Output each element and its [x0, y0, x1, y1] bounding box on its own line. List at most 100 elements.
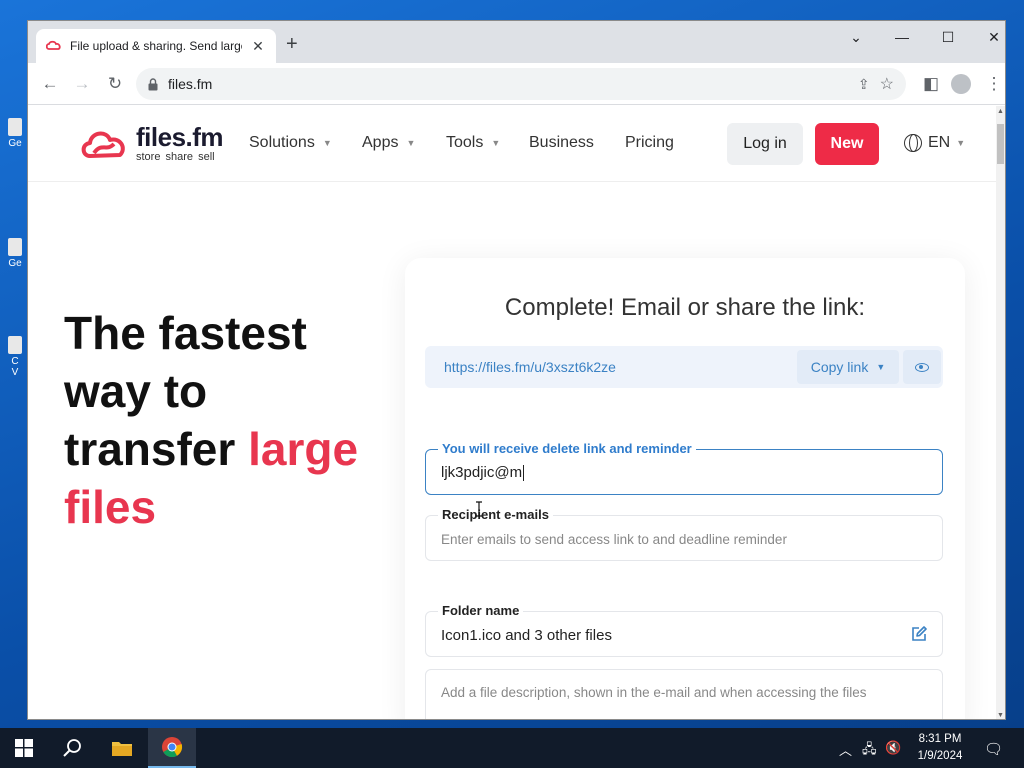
tab-close-icon[interactable]: ✕: [250, 38, 266, 55]
login-button[interactable]: Log in: [727, 123, 803, 165]
hero-line: way to: [64, 365, 208, 417]
preview-button[interactable]: [903, 350, 941, 384]
eye-icon: [915, 362, 929, 372]
recipient-emails-label: Recipient e-mails: [438, 507, 553, 522]
folder-name-label: Folder name: [438, 603, 524, 618]
logo-tagline: store share sell: [136, 151, 215, 163]
browser-tab[interactable]: File upload & sharing. Send large ✕: [36, 29, 276, 63]
language-code: EN: [928, 134, 951, 151]
hero-accent-text: large: [248, 423, 359, 475]
file-description-field[interactable]: Add a file description, shown in the e-m…: [425, 669, 943, 719]
chevron-down-icon: ▼: [876, 362, 886, 372]
folder-name-value: Icon1.ico and 3 other files: [441, 627, 612, 644]
notifications-icon[interactable]: 🗨: [984, 740, 1003, 758]
nav-tools[interactable]: Tools ▼: [446, 134, 500, 152]
hero-line: transfer large: [64, 420, 358, 478]
logo-name: files.fm: [136, 122, 224, 152]
globe-icon: [904, 134, 922, 152]
volume-muted-icon[interactable]: 🔇: [885, 740, 901, 756]
share-card: Complete! Email or share the link: https…: [405, 258, 965, 719]
profile-avatar[interactable]: [951, 74, 971, 94]
desktop-shortcut-icon[interactable]: Ge: [4, 118, 26, 149]
file-description-placeholder: Add a file description, shown in the e-m…: [441, 685, 867, 700]
page-scrollbar[interactable]: ▲ ▼: [996, 106, 1005, 719]
nav-label: Pricing: [625, 134, 674, 151]
web-page: files.fm store share sell Solutions ▼ App…: [28, 106, 998, 719]
tab-search-icon[interactable]: ⌄: [836, 25, 876, 49]
nav-apps[interactable]: Apps ▼: [362, 134, 415, 152]
hero-accent-text: files: [64, 481, 157, 533]
network-icon[interactable]: 🖧: [862, 740, 877, 762]
nav-label: Apps: [362, 134, 399, 151]
search-icon: [63, 739, 81, 757]
chevron-down-icon: ▼: [956, 138, 966, 148]
chevron-down-icon: ▼: [322, 138, 332, 148]
back-arrow-icon[interactable]: ←: [38, 72, 62, 96]
file-explorer-button[interactable]: [98, 728, 146, 768]
share-link[interactable]: https://files.fm/u/3xszt6k2ze: [444, 359, 616, 375]
recipient-emails-placeholder: Enter emails to send access link to and …: [441, 532, 787, 547]
hero-text: transfer: [64, 423, 249, 475]
scroll-down-icon[interactable]: ▼: [996, 712, 1005, 719]
chrome-taskbar-button[interactable]: [148, 728, 196, 768]
scroll-up-icon[interactable]: ▲: [996, 108, 1005, 115]
folder-name-field[interactable]: Folder name Icon1.ico and 3 other files: [425, 603, 943, 657]
site-header: files.fm store share sell Solutions ▼ App…: [28, 106, 998, 182]
windows-start-icon: [15, 739, 33, 757]
share-card-title: Complete! Email or share the link:: [504, 294, 866, 321]
chevron-down-icon: ▼: [406, 138, 416, 148]
show-hidden-icons-button[interactable]: ︿: [839, 740, 852, 759]
edit-icon[interactable]: [910, 625, 928, 643]
files-fm-logo[interactable]: files.fm store share sell: [80, 122, 224, 163]
nav-label: Tools: [446, 134, 484, 151]
chrome-icon: [162, 737, 183, 758]
start-button[interactable]: [0, 728, 48, 768]
text-caret: [523, 465, 525, 482]
minimize-button[interactable]: —: [882, 25, 922, 49]
nav-label: Business: [529, 134, 594, 151]
folder-icon: [112, 742, 132, 756]
taskbar-search-button[interactable]: [48, 728, 96, 768]
chevron-down-icon: ▼: [491, 138, 501, 148]
desktop-shortcut-icon[interactable]: CV: [4, 336, 26, 378]
recipient-emails-field[interactable]: Recipient e-mails Enter emails to send a…: [425, 507, 943, 561]
owner-email-input[interactable]: ljk3pdjic@m: [441, 464, 525, 482]
new-tab-button[interactable]: +: [286, 34, 298, 54]
hero-line: The fastest: [64, 307, 307, 359]
bookmark-star-icon[interactable]: ☆: [880, 74, 894, 94]
nav-solutions[interactable]: Solutions ▼: [249, 134, 332, 152]
taskbar-clock[interactable]: 8:31 PM 1/9/2024: [905, 731, 975, 765]
share-icon[interactable]: ⇪: [858, 76, 870, 93]
scroll-thumb[interactable]: [997, 124, 1004, 164]
owner-email-label: You will receive delete link and reminde…: [438, 441, 696, 456]
clock-date: 1/9/2024: [917, 750, 963, 762]
share-link-bar: https://files.fm/u/3xszt6k2ze Copy link …: [425, 346, 943, 388]
tab-strip: File upload & sharing. Send large ✕ + ⌄ …: [28, 21, 1005, 63]
nav-business[interactable]: Business: [529, 134, 594, 152]
lock-icon[interactable]: [148, 77, 158, 91]
hero-headline: The fastest way to transfer large files: [64, 304, 358, 536]
cloud-logo-icon: [81, 131, 125, 158]
tab-title: File upload & sharing. Send large: [70, 39, 242, 53]
forward-arrow-icon[interactable]: →: [70, 72, 94, 96]
text-cursor-icon: [476, 501, 482, 517]
browser-toolbar: ← → ↻ files.fm ⇪ ☆ ◧ ⋮: [28, 63, 1005, 105]
maximize-button[interactable]: ☐: [928, 25, 968, 49]
desktop-shortcut-icon[interactable]: Ge: [4, 238, 26, 269]
nav-label: Solutions: [249, 134, 315, 151]
reload-icon[interactable]: ↻: [103, 72, 127, 96]
files-fm-favicon-icon: [46, 40, 61, 50]
new-upload-button[interactable]: New: [815, 123, 879, 165]
clock-time: 8:31 PM: [918, 733, 962, 745]
close-window-button[interactable]: ✕: [974, 25, 1005, 49]
side-panel-icon[interactable]: ◧: [919, 72, 943, 96]
owner-email-field[interactable]: You will receive delete link and reminde…: [425, 441, 943, 495]
url-text: files.fm: [168, 76, 213, 92]
address-bar[interactable]: files.fm ⇪ ☆: [136, 68, 906, 100]
language-selector[interactable]: EN ▼: [904, 134, 965, 152]
more-menu-icon[interactable]: ⋮: [982, 72, 1005, 96]
nav-pricing[interactable]: Pricing: [625, 134, 674, 152]
copy-link-button[interactable]: Copy link ▼: [797, 350, 899, 384]
copy-link-label: Copy link: [810, 359, 869, 375]
owner-email-value: ljk3pdjic@m: [441, 464, 523, 481]
